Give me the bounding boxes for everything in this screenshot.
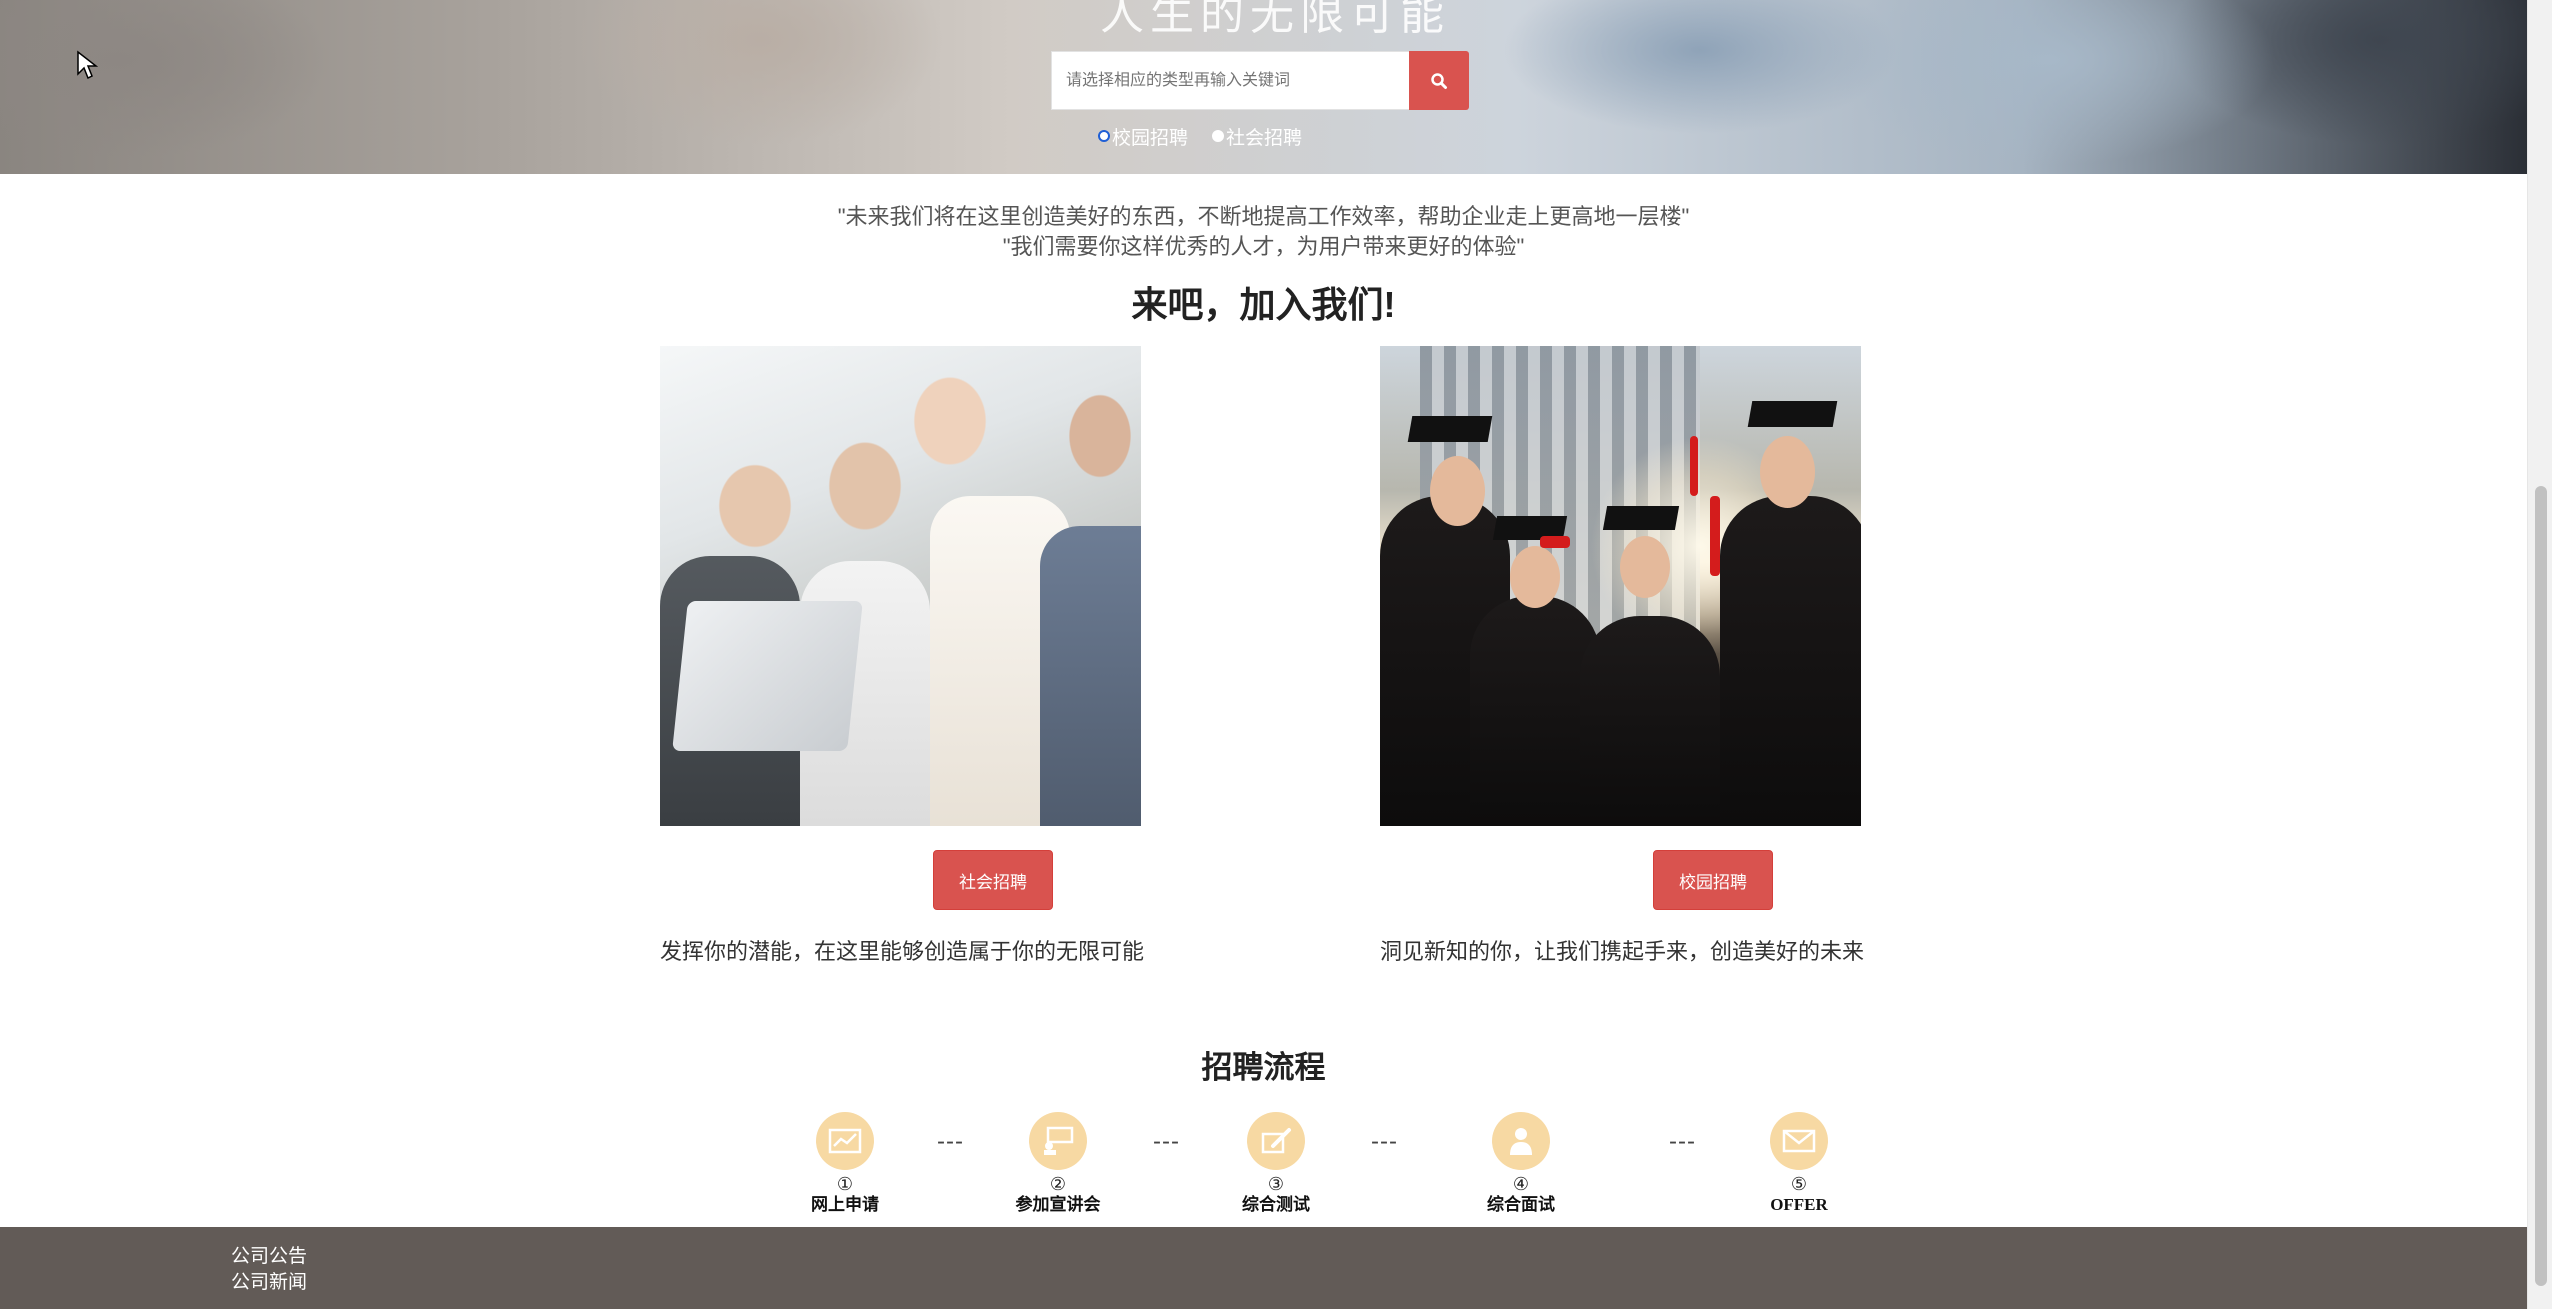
step-label: 综合面试 [1487,1195,1555,1214]
process-step-seminar: ② 参加宣讲会 [978,1112,1138,1216]
campus-recruit-caption: 洞见新知的你，让我们携起手来，创造美好的未来 [1380,939,1865,964]
process-step-test: ③ 综合测试 [1196,1112,1356,1216]
process-step-apply: ① 网上申请 [765,1112,925,1216]
campus-recruit-button[interactable]: 校园招聘 [1653,850,1773,910]
social-recruit-photo [660,346,1141,826]
search-input[interactable] [1051,51,1409,110]
page: 人生的无限可能 校园招聘 社会招聘 "未来我们将在这里创造美好的东西，不断地提高… [0,0,2552,1309]
radio-button[interactable] [1212,130,1225,142]
step-label: 综合测试 [1242,1195,1310,1214]
search-icon [1431,72,1447,89]
vertical-scrollbar[interactable] [2527,0,2552,1309]
footer-link-announcements[interactable]: 公司公告 [231,1241,307,1268]
envelope-icon [1770,1112,1828,1170]
step-separator: --- [1371,1128,1398,1155]
hero-banner: 人生的无限可能 校园招聘 社会招聘 [0,0,2527,174]
mouse-cursor-icon [77,50,98,80]
step-separator: --- [1669,1128,1696,1155]
step-separator: --- [1153,1128,1180,1155]
search-button[interactable] [1409,51,1469,110]
scrollbar-thumb[interactable] [2535,486,2547,1286]
step-number: ⑤ [1790,1174,1808,1194]
step-number: ③ [1267,1174,1285,1194]
step-label: 参加宣讲会 [1015,1195,1101,1214]
process-step-offer: ⑤ OFFER [1719,1112,1879,1216]
process-title: 招聘流程 [1201,1050,1326,1085]
social-recruit-caption: 发挥你的潜能，在这里能够创造属于你的无限可能 [660,939,1145,964]
chart-icon [816,1112,874,1170]
footer-link-news[interactable]: 公司新闻 [231,1267,307,1294]
step-number: ④ [1512,1174,1530,1194]
radio-campus[interactable]: 校园招聘 [1098,123,1188,150]
step-label: OFFER [1770,1195,1828,1214]
step-number: ① [836,1174,854,1194]
join-title: 来吧，加入我们! [1131,284,1396,325]
step-number: ② [1049,1174,1067,1194]
step-separator: --- [937,1128,964,1155]
interview-person-icon [1492,1112,1550,1170]
radio-label: 社会招聘 [1226,127,1303,149]
slogan-line-2: "我们需要你这样优秀的人才，为用户带来更好的体验" [1002,234,1525,259]
slogan-line-1: "未来我们将在这里创造美好的东西，不断地提高工作效率，帮助企业走上更高地一层楼" [837,204,1690,229]
radio-button-checked[interactable] [1098,130,1110,142]
recruit-type-radio-group: 校园招聘 社会招聘 [1098,123,1326,150]
process-step-interview: ④ 综合面试 [1441,1112,1601,1216]
step-label: 网上申请 [811,1195,879,1214]
footer: 公司公告 公司新闻 [0,1227,2527,1309]
social-recruit-button[interactable]: 社会招聘 [933,850,1053,910]
presentation-icon [1029,1112,1087,1170]
radio-social[interactable]: 社会招聘 [1212,123,1302,150]
hero-title: 人生的无限可能 [1100,0,1450,39]
radio-label: 校园招聘 [1112,127,1189,149]
test-pen-icon [1247,1112,1305,1170]
campus-recruit-photo [1380,346,1861,826]
